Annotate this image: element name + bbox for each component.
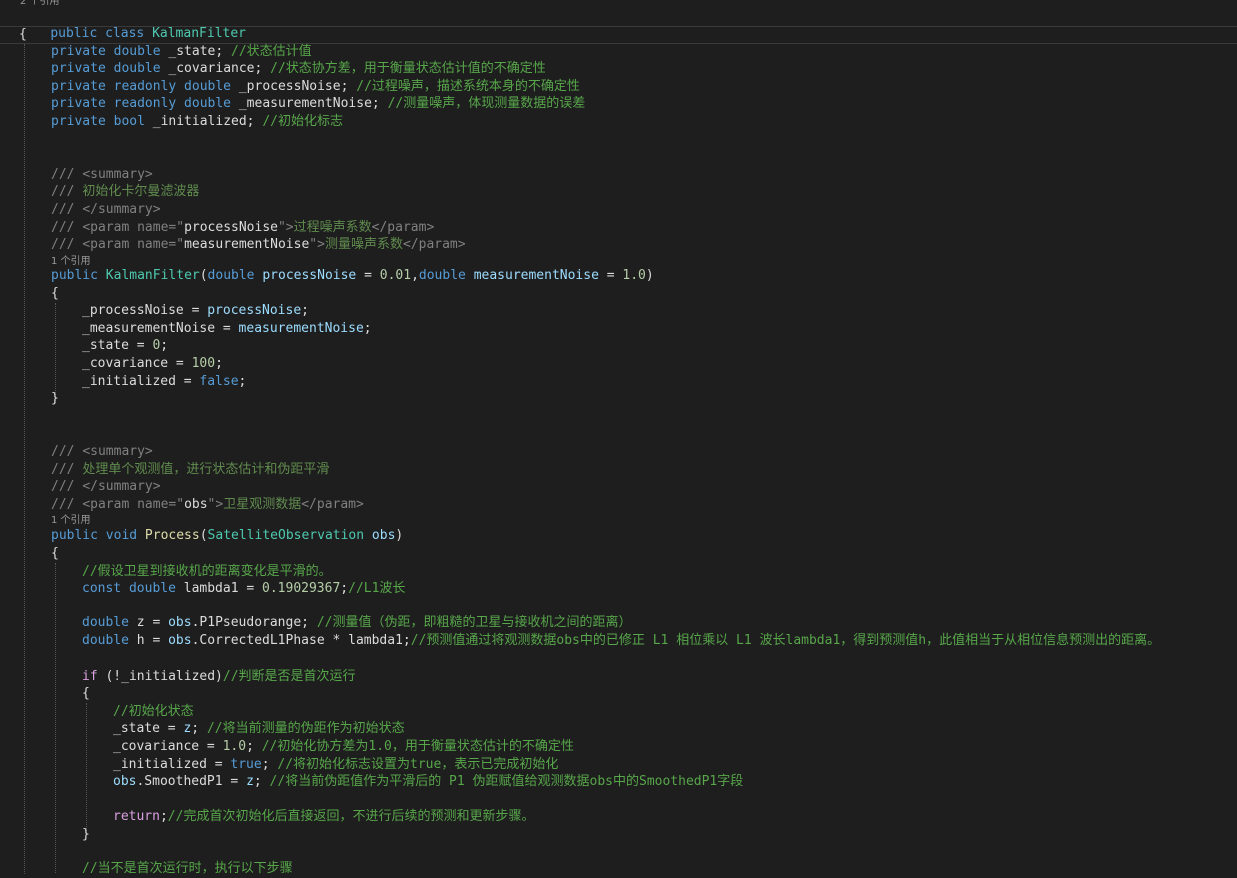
field-name: _initialized; — [144, 114, 263, 129]
doc-comment-line: /// <param name="processNoise">过程噪声系数</p… — [51, 219, 434, 237]
code-line: public void Process(SatelliteObservation… — [51, 528, 404, 543]
code-line: private readonly double _measurementNois… — [51, 95, 585, 113]
code-line: return;//完成首次初始化后直接返回，不进行后续的预测和更新步骤。 — [113, 809, 535, 824]
doc-param-name: processNoise — [184, 220, 278, 235]
keyword: class — [105, 26, 145, 41]
field-name: _measurementNoise; — [231, 96, 388, 111]
keyword: public — [50, 26, 98, 41]
code-line: _initialized = true; //将初始化标志设置为true，表示已… — [113, 757, 559, 772]
code-line: obs.SmoothedP1 = z; //将当前伪距值作为平滑后的 P1 伪距… — [113, 774, 744, 789]
code-line: { — [19, 26, 27, 44]
code-line: } — [51, 391, 59, 406]
keyword: public — [51, 268, 98, 283]
keyword: private bool — [51, 114, 145, 129]
code-line: //初始化状态 — [113, 704, 194, 719]
code-line: if (!_initialized)//判断是否是首次运行 — [82, 669, 356, 684]
code-line: private double _state; //状态估计值 — [51, 43, 312, 61]
code-line: _covariance = 100; — [82, 356, 223, 371]
method-name: KalmanFilter — [105, 268, 200, 283]
code-line: { — [82, 686, 90, 701]
code-line: _covariance = 1.0; //初始化协方差为1.0，用于衡量状态估计… — [113, 739, 574, 754]
indent-guide — [86, 703, 87, 833]
code-line: _processNoise = processNoise; — [82, 303, 309, 318]
doc-text: 过程噪声系数 — [293, 220, 372, 235]
keyword: private readonly double — [51, 96, 232, 111]
comment: //初始化标志 — [262, 114, 343, 129]
comment: //过程噪声，描述系统本身的不确定性 — [356, 79, 580, 94]
code-line: _state = 0; — [82, 338, 169, 353]
doc-tag: <param name=" — [82, 237, 185, 252]
keyword: private double — [51, 61, 161, 76]
class-name: KalmanFilter — [152, 26, 246, 41]
field-name: _covariance; — [160, 61, 271, 76]
code-line: _initialized = false; — [82, 374, 247, 389]
doc-comment-line: /// <summary> — [51, 166, 153, 184]
doc-tag: "> — [309, 237, 325, 252]
indent-guide — [24, 44, 25, 874]
parameter: processNoise — [262, 268, 357, 283]
doc-comment-line: /// <param name="measurementNoise">测量噪声系… — [51, 236, 466, 254]
field-name: _state; — [160, 44, 232, 59]
number: 0.01 — [379, 268, 412, 283]
keyword: double — [418, 268, 466, 283]
keyword: double — [207, 268, 255, 283]
keyword: private readonly double — [51, 79, 232, 94]
doc-tag: "> — [277, 220, 294, 235]
doc-comment-line: /// </summary> — [51, 201, 161, 219]
method-name: Process — [144, 528, 200, 543]
code-line: } — [82, 827, 90, 842]
code-line: private double _covariance; //状态协方差，用于衡量… — [51, 60, 546, 78]
code-line: private bool _initialized; //初始化标志 — [51, 113, 343, 131]
doc-tag: </param> — [402, 237, 466, 252]
code-line: _state = z; //将当前测量的伪距作为初始状态 — [113, 721, 405, 736]
doc-param-name: measurementNoise — [184, 237, 310, 252]
indent-guide — [55, 563, 56, 873]
brace: { — [19, 27, 27, 42]
parameter: measurementNoise — [473, 268, 599, 283]
doc-prefix: /// — [51, 202, 83, 217]
code-line: { — [51, 286, 59, 301]
code-line: public class KalmanFilter — [19, 7, 246, 41]
doc-prefix: /// — [51, 220, 83, 235]
doc-prefix: /// — [51, 237, 83, 252]
comment: //状态估计值 — [231, 44, 312, 59]
comment: //测量噪声，体现测量数据的误差 — [387, 96, 586, 111]
doc-prefix: /// — [51, 184, 83, 199]
doc-text: 初始化卡尔曼滤波器 — [82, 184, 200, 199]
doc-tag: </param> — [371, 220, 435, 235]
doc-comment-line: /// <param name="obs">卫星观测数据</param> — [51, 497, 364, 512]
code-line: _measurementNoise = measurementNoise; — [82, 321, 372, 336]
code-line: private readonly double _processNoise; /… — [51, 78, 580, 96]
indent-guide — [55, 303, 56, 403]
doc-text: 测量噪声系数 — [324, 237, 403, 252]
code-line: //假设卫星到接收机的距离变化是平滑的。 — [82, 564, 332, 579]
number: 1.0 — [622, 268, 646, 283]
comment: //状态协方差，用于衡量状态估计值的不确定性 — [270, 61, 546, 76]
doc-prefix: /// — [51, 167, 83, 182]
code-line: double h = obs.CorrectedL1Phase * lambda… — [82, 633, 1161, 648]
code-line: { — [51, 546, 59, 561]
doc-comment-line: /// 处理单个观测值，进行状态估计和伪距平滑 — [51, 462, 330, 477]
doc-comment-line: /// <summary> — [51, 444, 153, 459]
keyword: private double — [51, 44, 161, 59]
code-lens-references[interactable]: 1 个引用 — [51, 515, 91, 527]
code-line: const double lambda1 = 0.19029367;//L1波长 — [82, 581, 406, 596]
doc-comment-line: /// </summary> — [51, 479, 161, 494]
doc-tag: </summary> — [82, 202, 161, 217]
code-editor[interactable]: 2 个引用 public class KalmanFilter { privat… — [0, 0, 1237, 876]
field-name: _processNoise; — [231, 79, 357, 94]
doc-comment-line: /// 初始化卡尔曼滤波器 — [51, 183, 199, 201]
doc-tag: <param name=" — [82, 220, 185, 235]
doc-tag: <summary> — [82, 167, 153, 182]
code-line: //当不是首次运行时，执行以下步骤 — [82, 861, 293, 876]
code-line: double z = obs.P1Pseudorange; //测量值（伪距，即… — [82, 615, 632, 630]
code-line: public KalmanFilter(double processNoise … — [51, 268, 654, 283]
